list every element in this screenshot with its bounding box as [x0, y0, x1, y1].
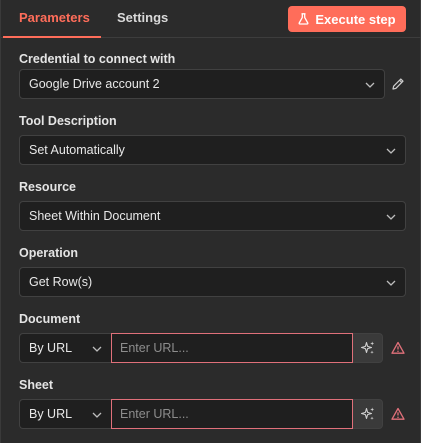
document-ai-button[interactable] [353, 333, 383, 363]
tool-description-value: Set Automatically [29, 143, 125, 157]
chevron-down-icon [92, 412, 102, 418]
sparkles-icon [360, 341, 374, 354]
sheet-url-input[interactable] [111, 399, 353, 429]
sheet-label: Sheet [19, 378, 54, 392]
tool-description-label: Tool Description [19, 114, 117, 128]
document-label: Document [19, 312, 81, 326]
pencil-icon[interactable] [391, 77, 405, 91]
tool-description-select[interactable]: Set Automatically [19, 135, 406, 165]
chevron-down-icon [386, 280, 396, 286]
sheet-mode-value: By URL [29, 407, 73, 421]
sheet-ai-button[interactable] [353, 399, 383, 429]
operation-label: Operation [19, 246, 79, 260]
document-mode-value: By URL [29, 341, 73, 355]
execute-step-button[interactable]: Execute step [288, 6, 406, 32]
credential-select[interactable]: Google Drive account 2 [19, 69, 385, 99]
document-url-input[interactable] [111, 333, 353, 363]
operation-value: Get Row(s) [29, 275, 93, 289]
tab-parameters[interactable]: Parameters [19, 10, 90, 25]
warning-triangle-icon [391, 407, 405, 420]
active-tab-indicator [3, 36, 101, 38]
tab-bar: Parameters Settings Execute step [1, 0, 421, 38]
credential-label: Credential to connect with [19, 52, 176, 66]
flask-icon [298, 13, 309, 25]
warning-triangle-icon [391, 341, 405, 354]
resource-select[interactable]: Sheet Within Document [19, 201, 406, 231]
document-mode-select[interactable]: By URL [19, 333, 111, 363]
sheet-mode-select[interactable]: By URL [19, 399, 111, 429]
credential-value: Google Drive account 2 [29, 77, 160, 91]
parameters-panel: Parameters Settings Execute step Credent… [0, 0, 421, 443]
resource-label: Resource [19, 180, 76, 194]
chevron-down-icon [386, 148, 396, 154]
tab-settings[interactable]: Settings [117, 10, 168, 25]
execute-step-label: Execute step [315, 11, 396, 27]
chevron-down-icon [386, 214, 396, 220]
chevron-down-icon [365, 82, 375, 88]
sparkles-icon [360, 407, 374, 420]
operation-select[interactable]: Get Row(s) [19, 267, 406, 297]
resource-value: Sheet Within Document [29, 209, 161, 223]
chevron-down-icon [92, 346, 102, 352]
